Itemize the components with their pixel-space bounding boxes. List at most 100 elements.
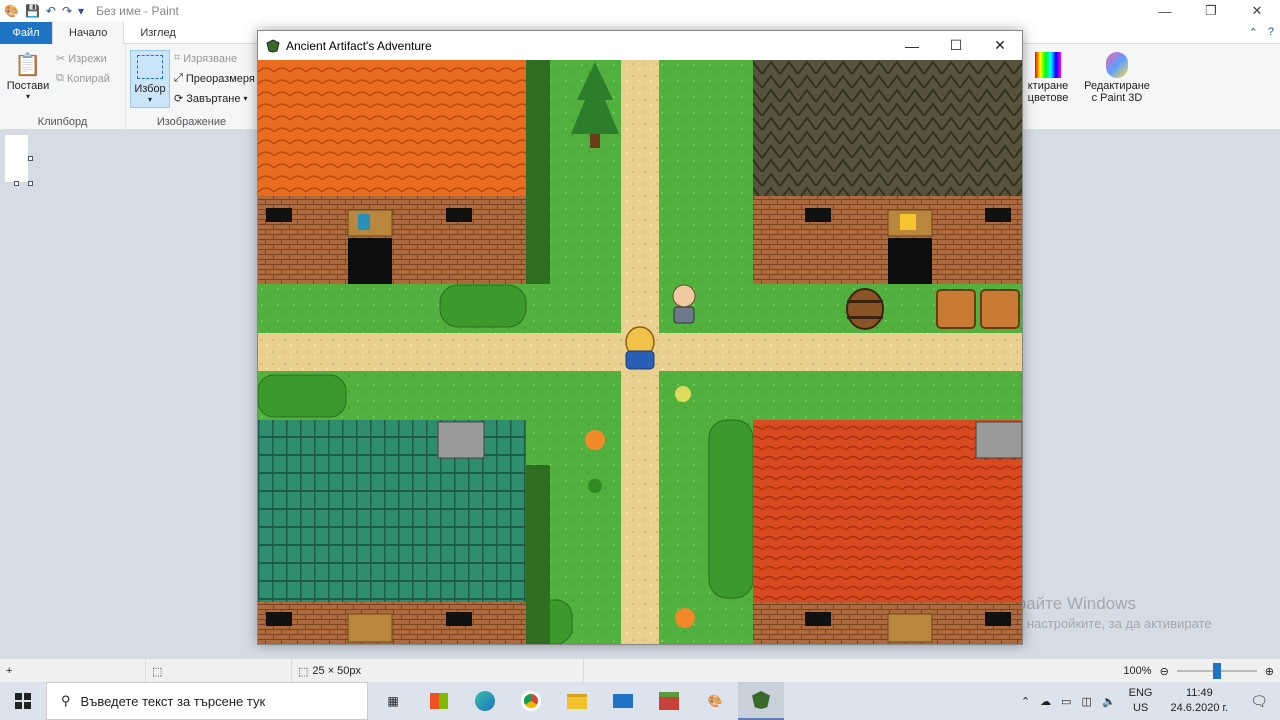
door[interactable] bbox=[888, 238, 932, 284]
barrel[interactable] bbox=[846, 288, 884, 330]
log-pile[interactable] bbox=[936, 289, 976, 329]
battery-icon[interactable]: ▭ bbox=[1056, 695, 1076, 708]
customize-quick-access-icon[interactable]: ▾ bbox=[78, 4, 84, 18]
paint-app-icon[interactable]: 🎨 bbox=[692, 682, 738, 720]
edit-colors-label-2: цветове bbox=[1027, 92, 1069, 104]
window bbox=[446, 208, 472, 222]
size-icon: ⬚ bbox=[298, 665, 309, 678]
onedrive-icon[interactable]: ☁ bbox=[1035, 695, 1056, 708]
zoom-out-icon[interactable]: ⊖ bbox=[1160, 665, 1169, 678]
tab-file[interactable]: Файл bbox=[0, 21, 52, 44]
select-button[interactable]: Избор ▾ bbox=[130, 50, 170, 108]
resize-handle[interactable] bbox=[28, 181, 33, 186]
chevron-down-icon: ▾ bbox=[243, 94, 248, 103]
paste-label: Постави bbox=[6, 80, 50, 92]
zoom-slider[interactable] bbox=[1176, 663, 1257, 679]
paint-window-title: Без име - Paint bbox=[96, 4, 179, 18]
color-spectrum-icon bbox=[1033, 50, 1063, 80]
cut-label: Изрежи bbox=[68, 52, 107, 65]
clipboard-group: 📋 Постави ▾ ✂ Изрежи ⧉ Копирай Клипборд bbox=[0, 44, 126, 130]
resize-handle[interactable] bbox=[28, 156, 33, 161]
house-shadow bbox=[526, 465, 550, 644]
flower-patch bbox=[675, 386, 691, 402]
stone-roof bbox=[753, 60, 1022, 196]
resize-handle[interactable] bbox=[14, 181, 19, 186]
input-language-indicator[interactable]: ENG US bbox=[1121, 686, 1161, 716]
edge-icon[interactable] bbox=[462, 682, 508, 720]
mail-icon[interactable] bbox=[600, 682, 646, 720]
door[interactable] bbox=[348, 238, 392, 284]
paste-button[interactable]: 📋 Постави ▾ bbox=[6, 50, 50, 101]
redo-icon[interactable]: ↷ bbox=[62, 4, 72, 18]
game-app-icon bbox=[266, 38, 280, 53]
shirt-icon bbox=[358, 214, 370, 230]
zoom-in-icon[interactable]: ⊕ bbox=[1265, 665, 1274, 678]
game-maker-icon[interactable] bbox=[646, 682, 692, 720]
drawing-canvas[interactable] bbox=[5, 135, 28, 182]
image-group-label: Изображение bbox=[156, 116, 227, 128]
clock-time: 11:49 bbox=[1186, 687, 1213, 699]
edit-colors-button[interactable]: ктиране цветове bbox=[1022, 50, 1074, 104]
window bbox=[266, 208, 292, 222]
selection-rect-icon bbox=[137, 55, 163, 79]
crop-button[interactable]: ⌗ Изрязване bbox=[174, 52, 237, 65]
quick-access-toolbar: 🎨 💾 ↶ ↷ ▾ bbox=[0, 4, 84, 18]
tab-home[interactable]: Начало bbox=[52, 21, 125, 44]
player-character[interactable] bbox=[625, 326, 655, 370]
select-label: Избор bbox=[134, 83, 166, 95]
store-icon[interactable] bbox=[416, 682, 462, 720]
clock[interactable]: 11:49 24.6.2020 г. bbox=[1161, 686, 1239, 716]
game-minimize-button[interactable]: — bbox=[890, 31, 934, 60]
help-icon[interactable]: ? bbox=[1268, 26, 1274, 39]
orange-roof bbox=[258, 60, 526, 196]
crop-label: Изрязване bbox=[183, 52, 238, 65]
taskbar: ⚲ Въведете текст за търсене тук ▦ 🎨 ⌃ ☁ … bbox=[0, 682, 1280, 720]
scissors-icon: ✂ bbox=[56, 53, 66, 65]
game-close-button[interactable]: ✕ bbox=[978, 31, 1022, 60]
volume-icon[interactable]: 🔈 bbox=[1097, 695, 1121, 708]
game-app-taskbar-icon[interactable] bbox=[738, 682, 784, 720]
edit-colors-label-1: ктиране bbox=[1027, 80, 1069, 92]
rotate-label: Завъртане bbox=[186, 92, 241, 105]
cut-button[interactable]: ✂ Изрежи bbox=[56, 52, 107, 66]
zoom-slider-thumb[interactable] bbox=[1212, 663, 1221, 679]
paint3d-button[interactable]: Редактиране с Paint 3D bbox=[1082, 50, 1152, 104]
resize-label: Преоразмеря bbox=[185, 72, 255, 85]
undo-icon[interactable]: ↶ bbox=[46, 4, 56, 18]
copy-icon: ⧉ bbox=[56, 72, 64, 84]
collapse-ribbon-icon[interactable]: ⌃ bbox=[1249, 26, 1258, 39]
selection-cell: ⬚ bbox=[146, 659, 292, 683]
file-explorer-icon[interactable] bbox=[554, 682, 600, 720]
rotate-button[interactable]: ⟳ Завъртане ▾ bbox=[174, 92, 248, 106]
flower-patch bbox=[585, 430, 605, 450]
restore-button[interactable]: ❐ bbox=[1188, 0, 1234, 22]
game-window[interactable]: Ancient Artifact's Adventure — ☐ ✕ bbox=[257, 30, 1023, 645]
taskbar-apps: ▦ 🎨 bbox=[370, 682, 784, 720]
save-icon[interactable]: 💾 bbox=[25, 4, 40, 18]
game-maximize-button[interactable]: ☐ bbox=[934, 31, 978, 60]
game-scene[interactable] bbox=[258, 60, 1022, 644]
taskbar-search-box[interactable]: ⚲ Въведете текст за търсене тук bbox=[46, 682, 368, 720]
minimize-button[interactable]: — bbox=[1142, 0, 1188, 22]
chrome-icon[interactable] bbox=[508, 682, 554, 720]
notifications-icon[interactable]: 🗨 bbox=[1238, 693, 1280, 710]
copy-button[interactable]: ⧉ Копирай bbox=[56, 72, 110, 85]
chimney bbox=[975, 421, 1022, 459]
close-button[interactable]: ✕ bbox=[1234, 0, 1280, 22]
windows-logo-icon bbox=[15, 693, 31, 709]
show-hidden-icons-icon[interactable]: ⌃ bbox=[1016, 695, 1035, 708]
npc-villager[interactable] bbox=[672, 284, 696, 324]
network-icon[interactable]: ◫ bbox=[1077, 695, 1097, 708]
flower-patch bbox=[675, 608, 695, 628]
resize-button[interactable]: ⤢ Преоразмеря bbox=[174, 72, 255, 85]
game-window-controls: — ☐ ✕ bbox=[890, 31, 1022, 60]
window bbox=[985, 612, 1011, 626]
house-armor-shop bbox=[258, 60, 550, 284]
size-cell: ⬚ 25 × 50px bbox=[292, 659, 584, 683]
house-weapon-shop bbox=[753, 420, 1022, 644]
start-button[interactable] bbox=[0, 682, 46, 720]
tab-view[interactable]: Изглед bbox=[124, 22, 191, 44]
task-view-icon[interactable]: ▦ bbox=[370, 682, 416, 720]
region-code: US bbox=[1132, 702, 1149, 714]
log-pile[interactable] bbox=[980, 289, 1020, 329]
